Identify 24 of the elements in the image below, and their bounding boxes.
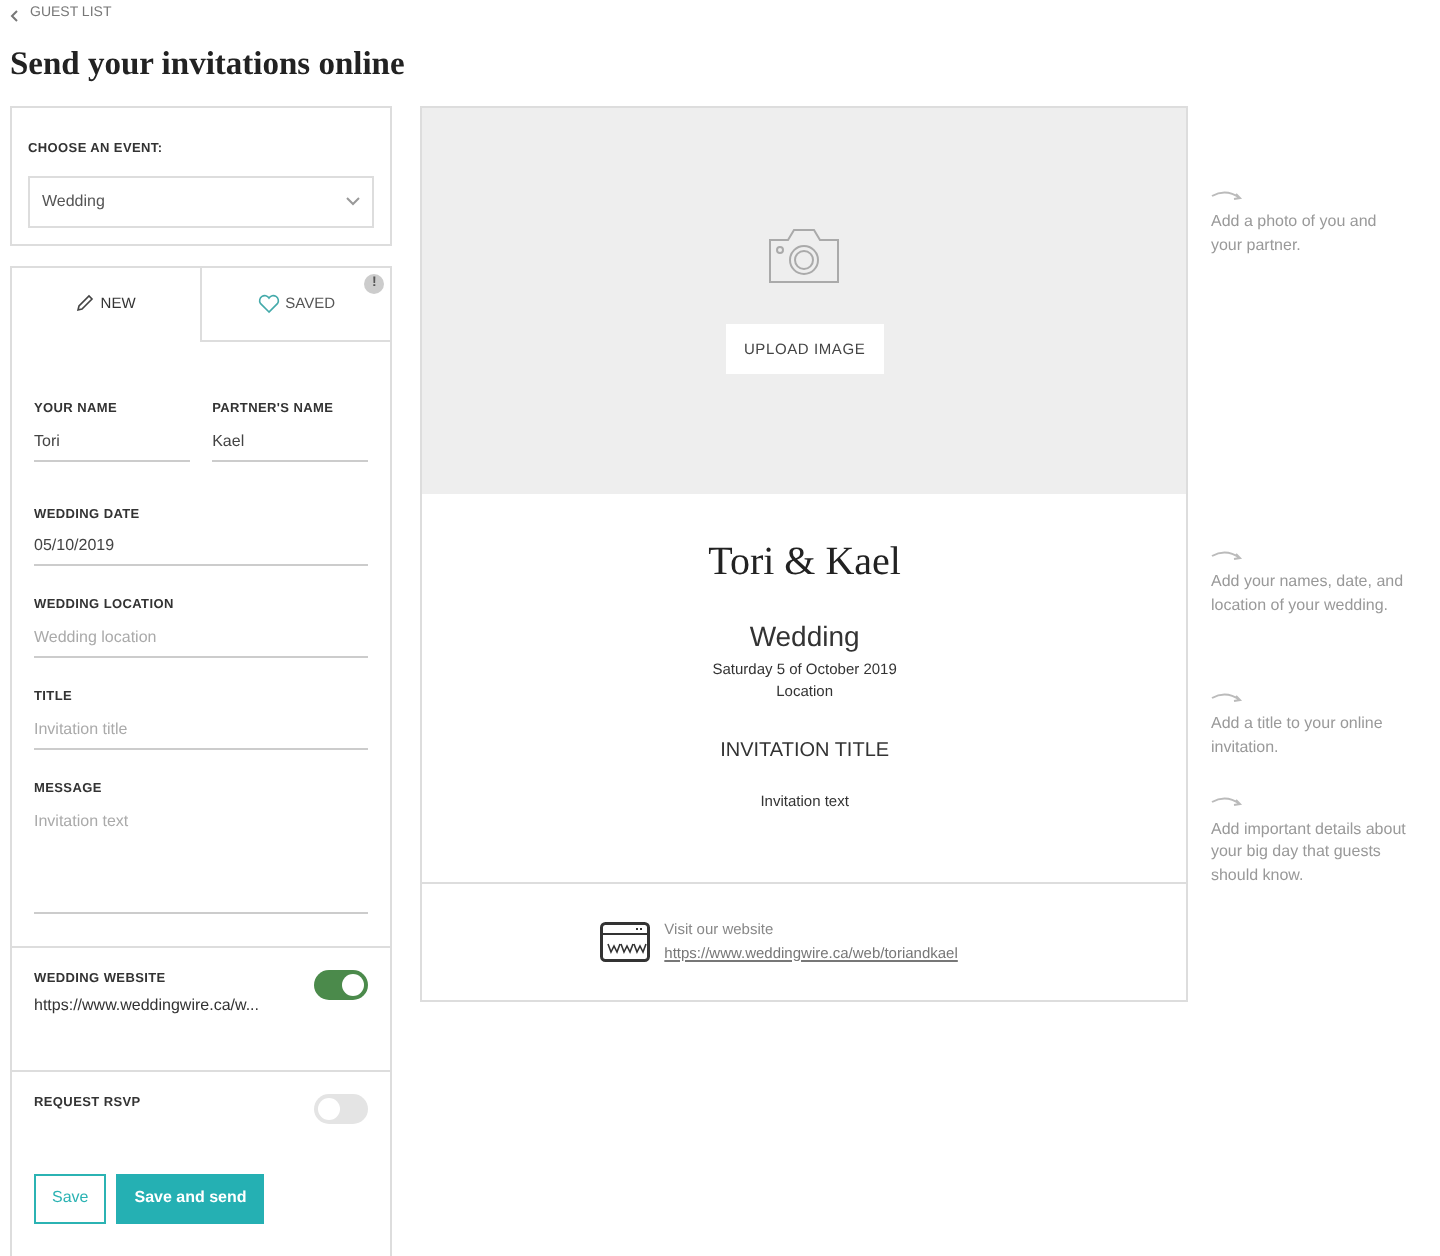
event-name: Wedding	[747, 618, 862, 656]
chevron-left-icon	[10, 9, 18, 21]
website-icon	[600, 922, 651, 962]
input-field[interactable]: Tori	[34, 419, 191, 461]
input-field[interactable]: 05/10/2019	[34, 524, 369, 567]
hint-text: Add a title to your online invitation.	[1210, 712, 1385, 760]
couple-names: Tori & Kael	[706, 538, 903, 588]
website-url: https://www.weddingwire.ca/w...	[34, 994, 259, 1019]
input-field[interactable]: Kael	[212, 419, 369, 461]
toggle-switch[interactable]	[314, 969, 369, 999]
page-title: Send your invitations online	[10, 44, 407, 86]
pencil-icon	[76, 294, 95, 313]
invitation-title: INVITATION TITLE	[718, 737, 892, 765]
heart-icon	[257, 293, 280, 314]
hint-text: Add important details about your big day that guests should know.	[1210, 817, 1407, 887]
chevron-down-icon	[346, 196, 361, 207]
message-field[interactable]: Invitation text	[34, 799, 369, 913]
camera-icon	[768, 227, 841, 284]
hint-text: Add your names, date, and location of your wedding.	[1210, 570, 1406, 617]
event-select[interactable]: Wedding	[28, 175, 375, 228]
toggle-switch[interactable]	[314, 1093, 369, 1123]
input-field[interactable]: Wedding location	[34, 616, 369, 658]
input-field[interactable]: Invitation title	[34, 707, 369, 750]
hint-text: Add a photo of you and your partner.	[1210, 210, 1379, 257]
